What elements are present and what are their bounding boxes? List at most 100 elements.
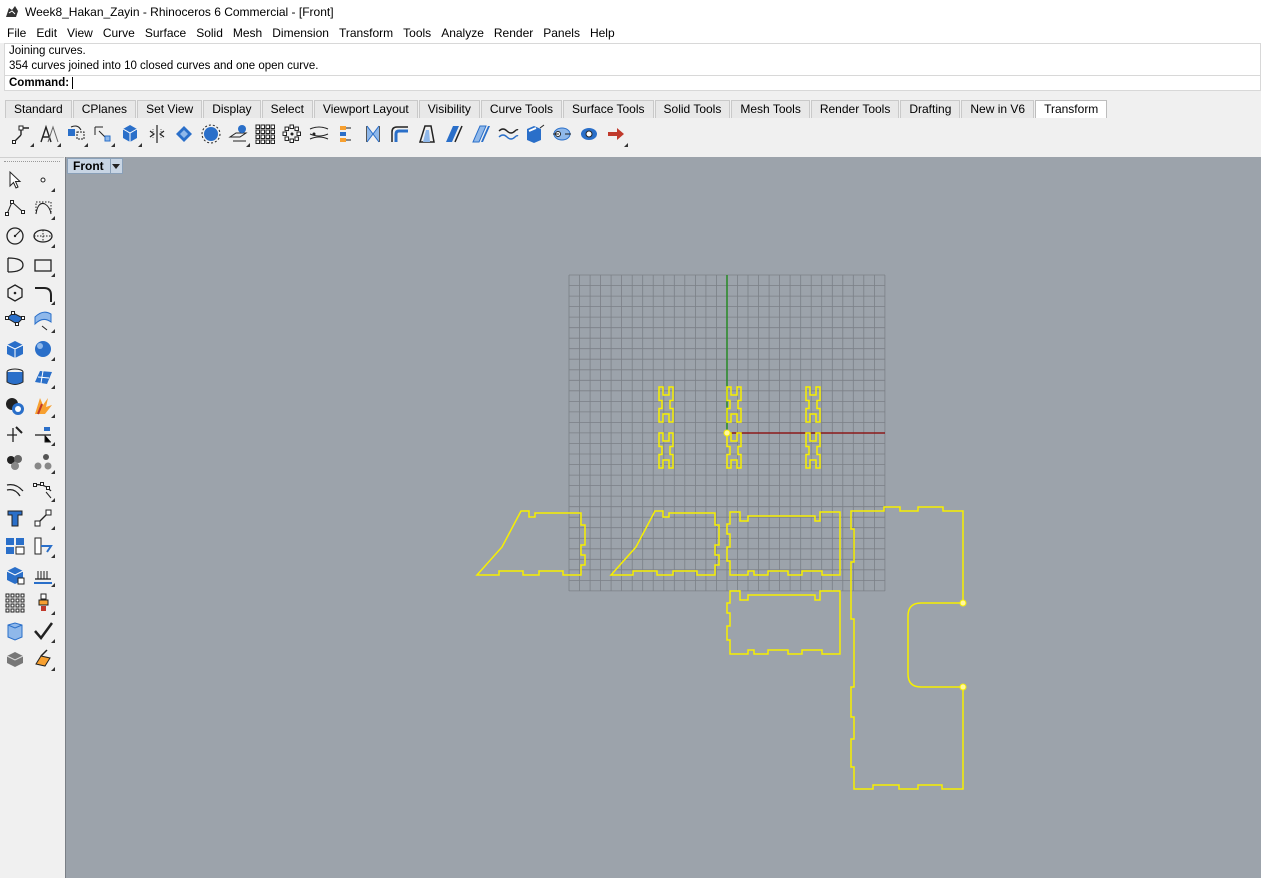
- render-tool-button[interactable]: [29, 645, 57, 673]
- menu-dimension[interactable]: Dimension: [267, 23, 334, 43]
- surface-corner-tool-button[interactable]: [1, 307, 29, 335]
- taper-button[interactable]: [359, 121, 386, 148]
- tab-new-in-v6[interactable]: New in V6: [961, 100, 1035, 118]
- flyout-indicator-icon[interactable]: [51, 188, 55, 192]
- flyout-indicator-icon[interactable]: [57, 142, 61, 147]
- splop-button[interactable]: [494, 121, 521, 148]
- origin-point[interactable]: [723, 429, 731, 437]
- viewport-title-tab[interactable]: Front: [67, 158, 123, 174]
- curve-connector-piece-5[interactable]: [805, 386, 821, 423]
- command-line[interactable]: Command:: [5, 75, 1260, 91]
- array-polar-button[interactable]: [278, 121, 305, 148]
- curve-connector-piece-1[interactable]: [658, 386, 674, 423]
- flow-button[interactable]: [386, 121, 413, 148]
- flyout-indicator-icon[interactable]: [51, 554, 55, 559]
- tab-standard[interactable]: Standard: [5, 100, 72, 118]
- blocks-tool-button[interactable]: [29, 532, 57, 560]
- explode-tool-button[interactable]: [29, 392, 57, 420]
- flyout-indicator-icon[interactable]: [624, 142, 628, 147]
- tab-drafting[interactable]: Drafting: [900, 100, 961, 118]
- flyout-indicator-icon[interactable]: [51, 441, 55, 446]
- flyout-indicator-icon[interactable]: [51, 610, 55, 615]
- tab-surface-tools[interactable]: Surface Tools: [563, 100, 654, 118]
- extrude-curve-tool-button[interactable]: [29, 307, 57, 335]
- flyout-indicator-icon[interactable]: [51, 357, 55, 362]
- menu-help[interactable]: Help: [585, 23, 620, 43]
- tab-set-view[interactable]: Set View: [137, 100, 203, 118]
- solid-edit-tool-button[interactable]: [1, 561, 29, 589]
- sphere-tool-button[interactable]: [29, 335, 57, 363]
- flyout-indicator-icon[interactable]: [51, 639, 55, 643]
- flyout-indicator-icon[interactable]: [246, 142, 250, 147]
- flyout-indicator-icon[interactable]: [51, 328, 55, 333]
- open-curve-endpoint-2[interactable]: [959, 683, 967, 691]
- text-tool-button[interactable]: [1, 504, 29, 532]
- sidebar-grip[interactable]: [4, 161, 60, 164]
- ungroup-tool-button[interactable]: [29, 448, 57, 476]
- flyout-indicator-icon[interactable]: [51, 413, 55, 418]
- tab-mesh-tools[interactable]: Mesh Tools: [731, 100, 810, 118]
- tab-transform[interactable]: Transform: [1035, 100, 1108, 118]
- orient-button[interactable]: [143, 121, 170, 148]
- stretch-button[interactable]: [521, 121, 548, 148]
- maelstrom-button[interactable]: [548, 121, 575, 148]
- curve-connector-piece-6[interactable]: [805, 432, 821, 469]
- menu-surface[interactable]: Surface: [140, 23, 191, 43]
- twist-button[interactable]: [305, 121, 332, 148]
- rectangle-tool-button[interactable]: [29, 251, 57, 279]
- select-arrow-tool-button[interactable]: [1, 166, 29, 194]
- menu-render[interactable]: Render: [489, 23, 538, 43]
- project-button[interactable]: [224, 121, 251, 148]
- curve-tool-button[interactable]: [29, 194, 57, 222]
- viewport-canvas[interactable]: [66, 157, 1261, 878]
- hatch-tool-button[interactable]: [29, 561, 57, 589]
- flyout-indicator-icon[interactable]: [51, 216, 55, 221]
- flyout-indicator-icon[interactable]: [51, 385, 55, 390]
- fillet-curve-tool-button[interactable]: [29, 279, 57, 307]
- arc-tool-button[interactable]: [1, 251, 29, 279]
- shear-button[interactable]: [413, 121, 440, 148]
- trim-tool-button[interactable]: [1, 420, 29, 448]
- flyout-indicator-icon[interactable]: [51, 244, 55, 249]
- patch-tool-button[interactable]: [29, 363, 57, 391]
- menu-analyze[interactable]: Analyze: [436, 23, 489, 43]
- align-button[interactable]: [170, 121, 197, 148]
- check-tool-button[interactable]: [29, 617, 57, 645]
- points-on-tool-button[interactable]: [1, 589, 29, 617]
- curve-connector-piece-4[interactable]: [726, 432, 742, 469]
- smash-button[interactable]: [440, 121, 467, 148]
- menu-solid[interactable]: Solid: [191, 23, 228, 43]
- rebuild-tool-button[interactable]: [29, 476, 57, 504]
- menu-panels[interactable]: Panels: [538, 23, 585, 43]
- flyout-indicator-icon[interactable]: [111, 142, 115, 147]
- circle-tool-button[interactable]: [1, 222, 29, 250]
- arrange-button[interactable]: [602, 121, 629, 148]
- menu-mesh[interactable]: Mesh: [228, 23, 267, 43]
- curve-side-panel-2[interactable]: [609, 510, 720, 576]
- array-button[interactable]: [251, 121, 278, 148]
- point-tool-button[interactable]: [29, 166, 57, 194]
- dimension-tool-button[interactable]: [29, 504, 57, 532]
- bend-button[interactable]: [332, 121, 359, 148]
- group-tool-button[interactable]: [1, 448, 29, 476]
- cage-tool-button[interactable]: [1, 617, 29, 645]
- set-points-button[interactable]: [197, 121, 224, 148]
- front-viewport[interactable]: Front: [65, 157, 1261, 878]
- move-button[interactable]: [8, 121, 35, 148]
- curve-connector-piece-2[interactable]: [658, 432, 674, 469]
- tab-curve-tools[interactable]: Curve Tools: [480, 100, 563, 118]
- boolean-union-tool-button[interactable]: [1, 392, 29, 420]
- tab-solid-tools[interactable]: Solid Tools: [654, 100, 731, 118]
- split-tool-button[interactable]: [29, 420, 57, 448]
- layout-tool-button[interactable]: [1, 532, 29, 560]
- cylinder-tool-button[interactable]: [1, 363, 29, 391]
- cage-edit-button[interactable]: [467, 121, 494, 148]
- polyline-tool-button[interactable]: [1, 194, 29, 222]
- curve-front-panel[interactable]: [726, 511, 841, 576]
- menu-tools[interactable]: Tools: [398, 23, 436, 43]
- sporph-button[interactable]: [575, 121, 602, 148]
- flyout-indicator-icon[interactable]: [51, 667, 55, 672]
- flyout-indicator-icon[interactable]: [51, 526, 55, 531]
- box-tool-button[interactable]: [1, 335, 29, 363]
- gumball-tool-button[interactable]: [29, 589, 57, 617]
